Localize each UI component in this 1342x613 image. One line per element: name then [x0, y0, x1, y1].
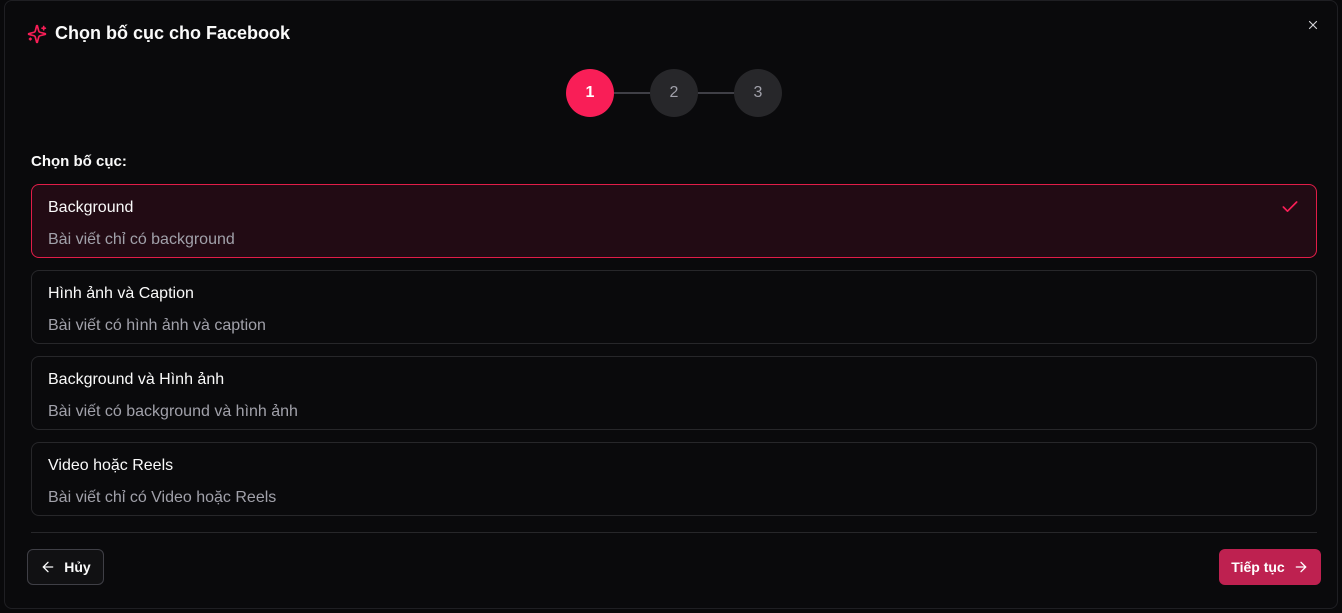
cancel-button[interactable]: Hủy	[27, 549, 104, 585]
layout-options: Background Bài viết chỉ có background Hì…	[31, 184, 1317, 528]
option-title: Background và Hình ảnh	[48, 371, 225, 388]
next-button-label: Tiếp tục	[1231, 559, 1285, 575]
layout-option-video-reels[interactable]: Video hoặc Reels Bài viết chỉ có Video h…	[31, 442, 1317, 516]
next-button[interactable]: Tiếp tục	[1219, 549, 1321, 585]
step-connector	[614, 92, 650, 94]
step-2: 2	[650, 69, 698, 117]
check-icon	[1282, 201, 1298, 212]
dialog-title: Chọn bố cục cho Facebook	[55, 23, 291, 43]
layout-option-background-image[interactable]: Background và Hình ảnh Bài viết có backg…	[31, 356, 1317, 430]
dialog-header: Chọn bố cục cho Facebook	[27, 23, 290, 44]
layout-section-label: Chọn bố cục:	[31, 153, 127, 170]
step-3: 3	[734, 69, 782, 117]
option-description: Bài viết có background và hình ảnh	[48, 403, 298, 420]
footer-divider	[31, 532, 1317, 533]
option-title: Hình ảnh và Caption	[48, 285, 194, 302]
layout-option-image-caption[interactable]: Hình ảnh và Caption Bài viết có hình ảnh…	[31, 270, 1317, 344]
stepper: 1 2 3	[566, 69, 782, 117]
option-title: Video hoặc Reels	[48, 457, 174, 474]
option-title: Background	[48, 199, 134, 216]
step-connector	[698, 92, 734, 94]
sparkles-icon	[27, 24, 47, 43]
layout-option-background[interactable]: Background Bài viết chỉ có background	[31, 184, 1317, 258]
close-button[interactable]	[1303, 15, 1323, 35]
option-description: Bài viết có hình ảnh và caption	[48, 317, 266, 334]
layout-dialog: Chọn bố cục cho Facebook 1 2 3 Chọn bố c…	[4, 0, 1338, 609]
step-1: 1	[566, 69, 614, 117]
arrow-right-icon	[1295, 561, 1307, 573]
option-description: Bài viết chỉ có background	[48, 231, 235, 248]
close-icon	[1308, 20, 1318, 30]
arrow-left-icon	[42, 561, 54, 573]
option-description: Bài viết chỉ có Video hoặc Reels	[48, 489, 277, 506]
cancel-button-label: Hủy	[64, 559, 91, 575]
